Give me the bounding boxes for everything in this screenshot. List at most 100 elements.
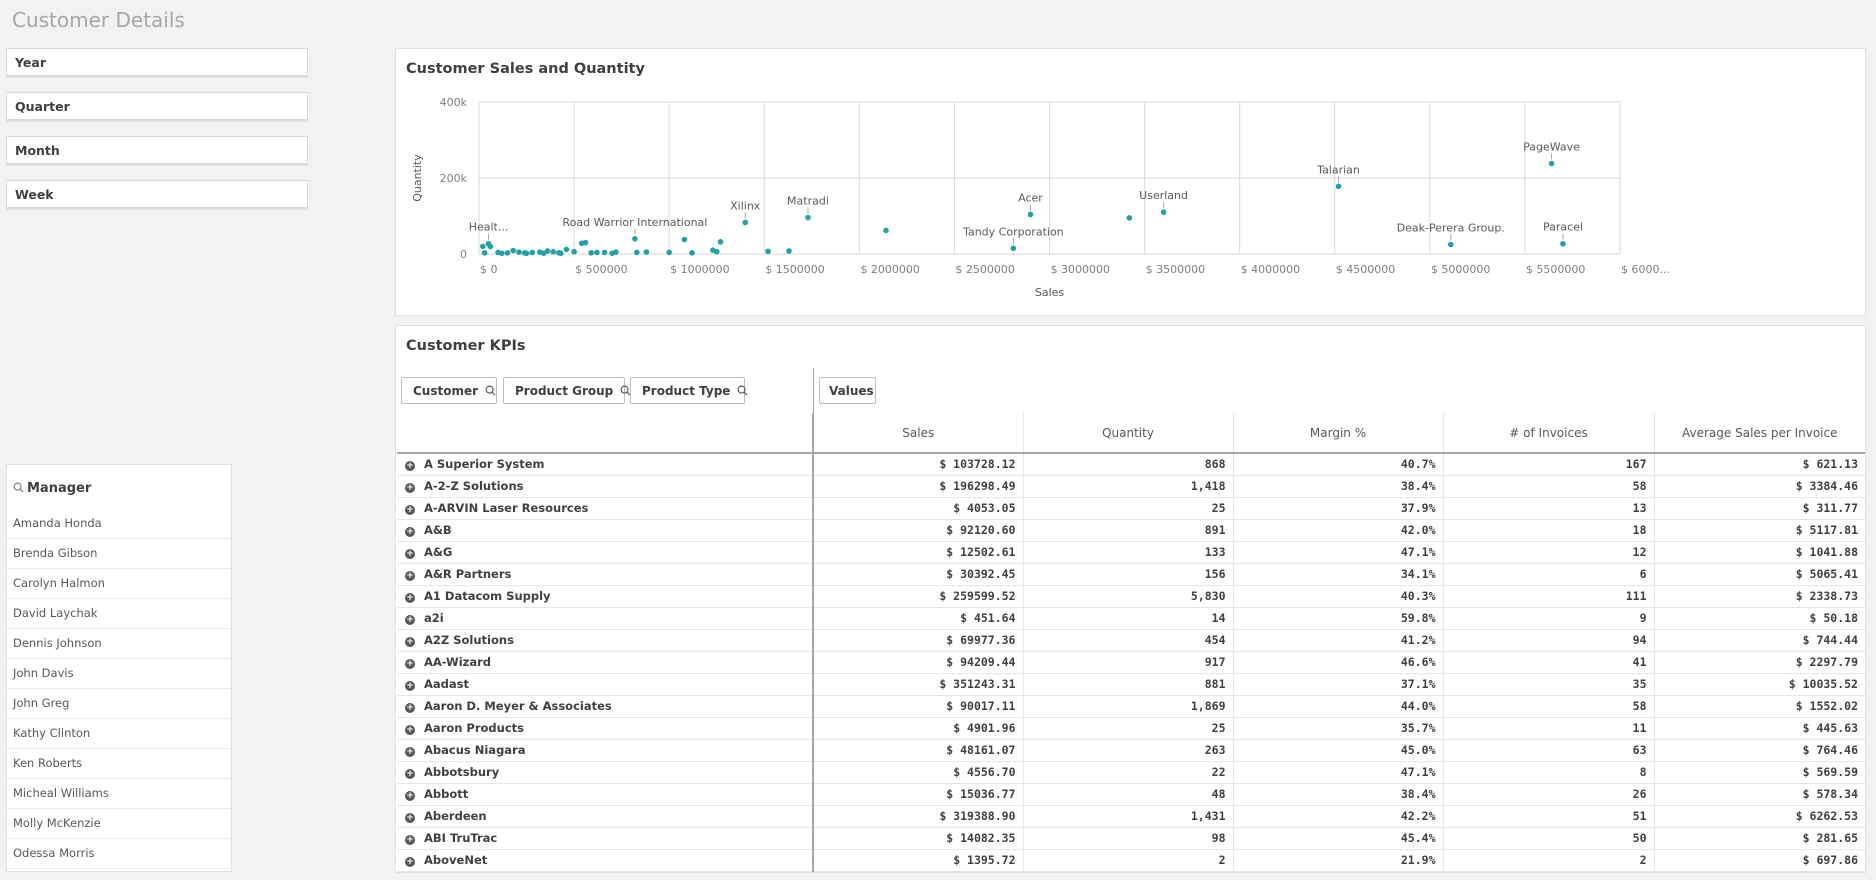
data-point[interactable] — [563, 246, 570, 253]
cell-margin: 40.7% — [1232, 453, 1443, 476]
expand-icon[interactable]: + — [405, 571, 415, 581]
expand-icon[interactable]: + — [405, 769, 415, 779]
search-icon — [13, 482, 27, 497]
expand-icon[interactable]: + — [405, 505, 415, 515]
data-point[interactable] — [1548, 160, 1555, 167]
expand-icon[interactable]: + — [405, 791, 415, 801]
cell-average-sales-per-invoice: $ 10035.52 — [1653, 673, 1865, 696]
manager-item-kathy-clinton[interactable]: Kathy Clinton — [7, 719, 231, 749]
data-point[interactable] — [1335, 183, 1342, 190]
data-point[interactable] — [550, 248, 556, 255]
manager-item-amanda-honda[interactable]: Amanda Honda — [7, 509, 231, 539]
data-point[interactable] — [516, 249, 522, 255]
filter-month[interactable]: Month — [6, 136, 308, 164]
expand-icon[interactable]: + — [405, 615, 415, 625]
point-label: PageWave — [1523, 141, 1580, 154]
data-point[interactable] — [717, 239, 724, 245]
data-point[interactable] — [883, 227, 889, 234]
data-point[interactable] — [487, 243, 494, 250]
data-point[interactable] — [1027, 211, 1034, 218]
data-point[interactable] — [504, 250, 511, 256]
values-button[interactable]: Values — [819, 377, 876, 404]
expand-icon[interactable]: + — [405, 461, 415, 472]
data-point[interactable] — [523, 250, 530, 257]
data-point[interactable] — [571, 248, 577, 255]
expand-icon[interactable]: + — [405, 857, 415, 867]
expand-icon[interactable]: + — [405, 659, 415, 669]
data-point[interactable] — [582, 239, 589, 246]
expand-icon[interactable]: + — [405, 593, 415, 603]
dimension-product-group-button[interactable]: Product Group — [503, 377, 631, 404]
data-point[interactable] — [1560, 240, 1566, 247]
data-point[interactable] — [594, 249, 600, 256]
expand-icon[interactable]: + — [405, 703, 415, 713]
manager-item-molly-mckenzie[interactable]: Molly McKenzie — [7, 809, 231, 839]
point-label: Healt... — [469, 221, 509, 234]
y-axis-label: Quantity — [411, 154, 424, 202]
column-header-average-sales-per-invoice[interactable]: Average Sales per Invoice — [1653, 413, 1865, 454]
data-point[interactable] — [499, 250, 505, 257]
manager-item-dennis-johnson[interactable]: Dennis Johnson — [7, 629, 231, 659]
filter-quarter[interactable]: Quarter — [6, 92, 308, 120]
data-point[interactable] — [1126, 215, 1133, 221]
filter-week[interactable]: Week — [6, 180, 308, 208]
data-point[interactable] — [643, 249, 650, 255]
manager-item-odessa-morris[interactable]: Odessa Morris — [7, 839, 231, 869]
data-point[interactable] — [713, 248, 720, 255]
expand-icon[interactable]: + — [405, 527, 415, 537]
x-tick-label: $ 4500000 — [1336, 263, 1396, 276]
manager-item-micheal-williams[interactable]: Micheal Williams — [7, 779, 231, 809]
expand-icon[interactable]: + — [405, 637, 415, 647]
manager-item-ken-roberts[interactable]: Ken Roberts — [7, 749, 231, 779]
data-point[interactable] — [805, 214, 811, 221]
kpi-header-row: Sales Quantity Margin % # of Invoices Averag… — [397, 413, 1865, 454]
data-point[interactable] — [1447, 241, 1454, 248]
data-point[interactable] — [481, 250, 488, 256]
data-point[interactable] — [510, 247, 517, 254]
column-header-margin[interactable]: Margin % — [1232, 413, 1443, 454]
data-point[interactable] — [765, 248, 771, 255]
data-point[interactable] — [786, 248, 792, 254]
scatter-chart[interactable]: $ 0 $ 500000 $ 1000000 $ 1500000 $ 2000000 $ … — [396, 49, 1865, 315]
data-point[interactable] — [742, 219, 749, 226]
data-point[interactable] — [557, 250, 564, 257]
table-row: + A-ARVIN Laser Resources $ 4053.05 25 37.9%… — [397, 497, 1865, 520]
expand-icon[interactable]: + — [405, 813, 415, 823]
dimension-customer-button[interactable]: Customer — [401, 377, 497, 404]
filter-year[interactable]: Year — [6, 48, 308, 76]
dimension-product-type-button[interactable]: Product Type — [630, 377, 748, 404]
column-header-sales[interactable]: Sales — [812, 413, 1023, 454]
expand-icon[interactable]: + — [405, 835, 415, 845]
x-tick-label: $ 2000000 — [860, 263, 920, 276]
manager-item-john-davis[interactable]: John Davis — [7, 659, 231, 689]
expand-icon[interactable]: + — [405, 747, 415, 757]
cell-sales: $ 451.64 — [812, 607, 1023, 630]
expand-icon[interactable]: + — [405, 549, 415, 559]
cell-average-sales-per-invoice: $ 764.46 — [1653, 739, 1865, 762]
data-point[interactable] — [529, 249, 536, 256]
data-point[interactable] — [1160, 209, 1167, 215]
column-header-quantity[interactable]: Quantity — [1022, 413, 1233, 454]
manager-item-john-greg[interactable]: John Greg — [7, 689, 231, 719]
manager-item-carolyn-halmon[interactable]: Carolyn Halmon — [7, 569, 231, 599]
column-header-of-invoices[interactable]: # of Invoices — [1442, 413, 1654, 454]
page-title: Customer Details — [12, 8, 185, 32]
data-point[interactable] — [689, 250, 695, 256]
expand-icon[interactable]: + — [405, 725, 415, 735]
data-point[interactable] — [601, 249, 608, 256]
data-point[interactable] — [609, 250, 615, 257]
data-point[interactable] — [588, 250, 594, 256]
expand-icon[interactable]: + — [405, 483, 415, 493]
data-point[interactable] — [632, 236, 638, 242]
manager-search-header[interactable]: Manager — [7, 465, 231, 509]
manager-item-brenda-gibson[interactable]: Brenda Gibson — [7, 539, 231, 569]
data-point[interactable] — [1010, 245, 1017, 252]
cell-sales: $ 14082.35 — [812, 827, 1023, 850]
expand-icon[interactable]: + — [405, 681, 415, 691]
data-point[interactable] — [681, 236, 688, 243]
manager-item-david-laychak[interactable]: David Laychak — [7, 599, 231, 629]
data-point[interactable] — [634, 249, 640, 256]
data-point[interactable] — [480, 243, 486, 250]
data-point[interactable] — [540, 250, 547, 257]
data-point[interactable] — [666, 249, 672, 256]
